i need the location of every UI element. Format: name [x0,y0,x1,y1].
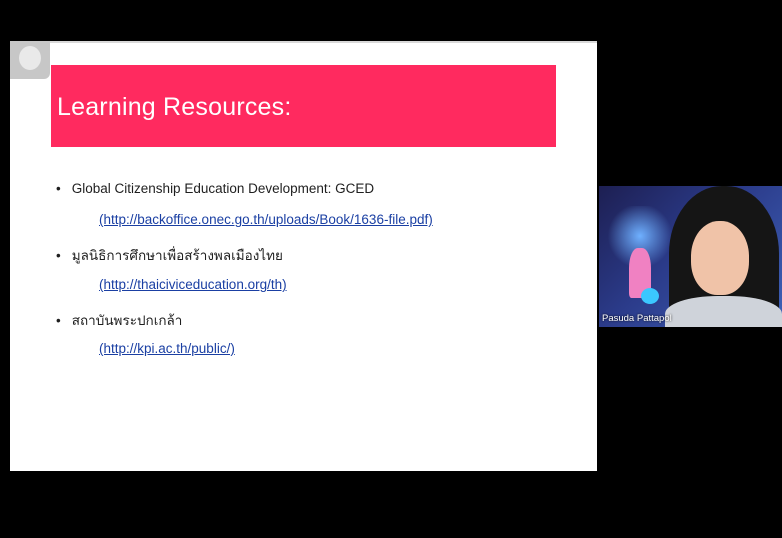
resource-item-thai-civic: • มูลนิธิการศึกษาเพื่อสร้างพลเมืองไทย [56,244,283,266]
resource-link-row-kpi: (http://kpi.ac.th/public/) [99,341,235,356]
resource-link[interactable]: (http://kpi.ac.th/public/) [99,341,235,356]
resource-item-kpi: • สถาบันพระปกเกล้า [56,309,182,331]
resource-name: สถาบันพระปกเกล้า [71,313,183,328]
bullet-icon: • [56,181,61,196]
thumbnail-avatar-icon [19,46,41,70]
resource-link-row-gced: (http://backoffice.onec.go.th/uploads/Bo… [99,212,433,227]
bullet-icon: • [56,248,61,263]
screen-share-thumbnail[interactable] [10,41,50,79]
background-figure-small [641,288,659,304]
resource-name: มูลนิธิการศึกษาเพื่อสร้างพลเมืองไทย [71,248,283,263]
resource-item-gced: • Global Citizenship Education Developme… [56,181,374,196]
participant-face [691,221,749,295]
shared-slide: Learning Resources: • Global Citizenship… [10,41,597,471]
resource-link-row-thai-civic: (http://thaiciviceducation.org/th) [99,277,287,292]
participant-name-label: Pasuda Pattapol [602,313,672,324]
resource-name: Global Citizenship Education Development… [71,181,375,196]
resource-link[interactable]: (http://thaiciviceducation.org/th) [99,277,287,292]
participant-video-tile[interactable]: Pasuda Pattapol [599,186,782,327]
slide-title: Learning Resources: [57,93,292,121]
title-banner: Learning Resources: [51,65,556,147]
slide-top-border [10,41,597,43]
resource-link[interactable]: (http://backoffice.onec.go.th/uploads/Bo… [99,212,433,227]
bullet-icon: • [56,313,61,328]
participant-shoulders [665,296,782,327]
